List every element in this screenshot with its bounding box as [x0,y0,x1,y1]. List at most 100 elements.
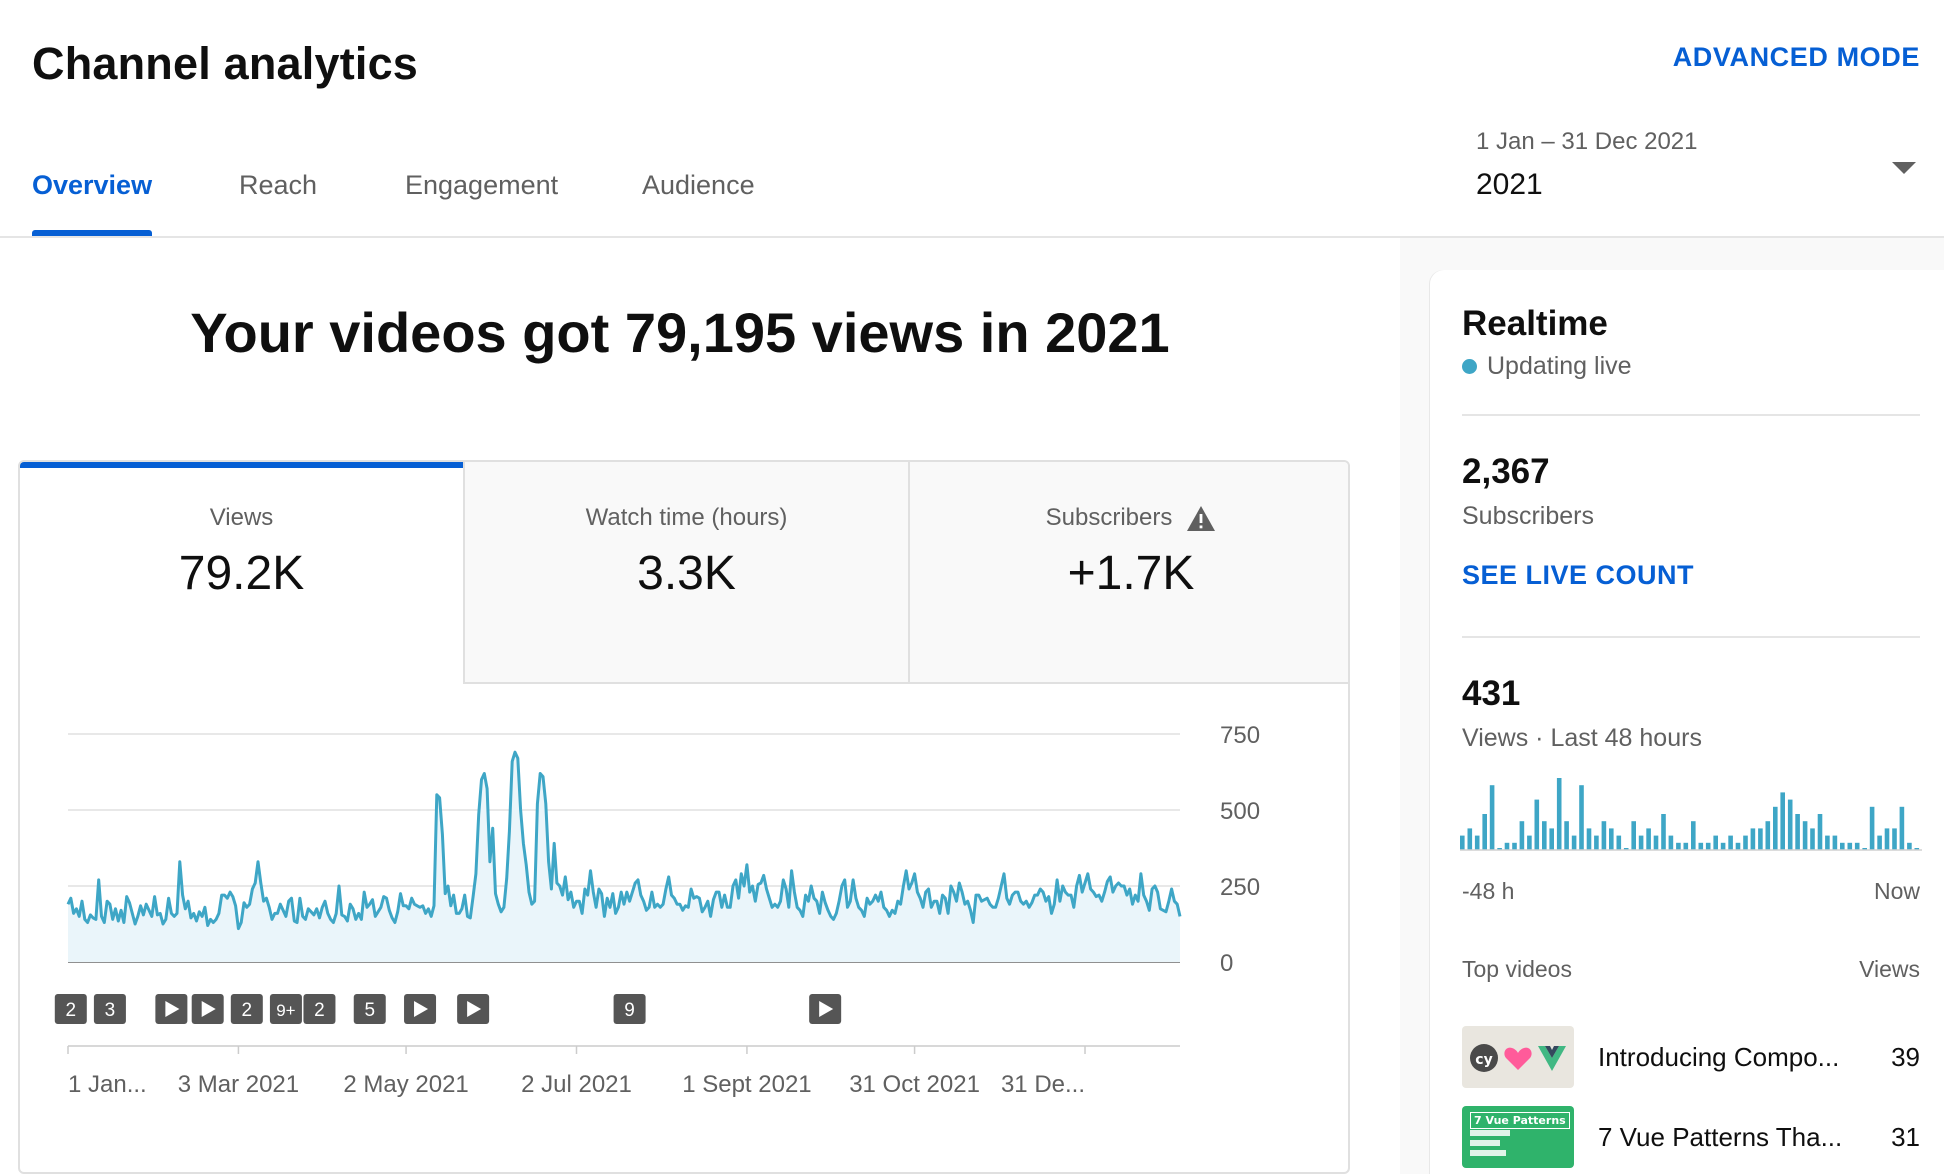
realtime-bar[interactable] [1735,842,1741,850]
realtime-bar[interactable] [1787,799,1793,850]
realtime-bar[interactable] [1460,835,1465,850]
live-status: Updating live [1462,352,1632,381]
metric-watch-time[interactable]: Watch time (hours) 3.3K [465,462,908,684]
realtime-views-chart [1460,778,1922,851]
video-published-marker[interactable] [191,994,224,1024]
realtime-bar[interactable] [1467,828,1473,850]
realtime-bar[interactable] [1474,835,1480,850]
realtime-bar[interactable] [1892,828,1897,850]
see-live-count-link[interactable]: SEE LIVE COUNT [1462,560,1694,591]
x-tick-label: 1 Sept 2021 [682,1071,811,1098]
caret-down-icon [1892,162,1916,174]
realtime-bar[interactable] [1586,828,1592,850]
realtime-bar[interactable] [1802,821,1808,850]
video-published-marker[interactable] [404,994,437,1024]
date-range-dropdown[interactable]: 1 Jan – 31 Dec 2021 2021 [1476,128,1916,202]
realtime-bar[interactable] [1810,828,1815,850]
realtime-bar[interactable] [1542,821,1547,850]
warning-icon[interactable] [1186,505,1216,532]
realtime-bar[interactable] [1504,842,1510,850]
video-published-marker[interactable] [457,994,490,1024]
realtime-bar[interactable] [1907,842,1912,850]
realtime-bar[interactable] [1780,792,1785,850]
tab-reach[interactable]: Reach [239,170,317,236]
subscriber-count-label: Subscribers [1462,502,1594,530]
headline: Your videos got 79,195 views in 2021 [190,301,1170,364]
realtime-bar[interactable] [1609,828,1614,850]
svg-text:cy: cy [1475,1052,1492,1068]
realtime-bar[interactable] [1884,828,1890,850]
realtime-bar[interactable] [1713,835,1718,850]
realtime-bar[interactable] [1489,785,1495,850]
realtime-bar[interactable] [1616,835,1622,850]
realtime-bar[interactable] [1534,799,1540,850]
publish-count-marker[interactable]: 3 [93,994,126,1024]
realtime-bar[interactable] [1847,842,1853,850]
video-published-marker[interactable] [809,994,842,1024]
date-range-subtitle: 1 Jan – 31 Dec 2021 [1476,128,1698,155]
realtime-bar[interactable] [1638,835,1644,850]
realtime-bar[interactable] [1765,821,1771,850]
realtime-bar[interactable] [1549,828,1554,850]
realtime-bar[interactable] [1512,842,1517,850]
publish-count-marker[interactable]: 9+ [269,994,302,1024]
realtime-bar[interactable] [1594,835,1599,850]
realtime-bar[interactable] [1646,828,1651,850]
realtime-bar[interactable] [1877,835,1882,850]
tab-engagement[interactable]: Engagement [405,170,558,236]
realtime-bar[interactable] [1571,835,1577,850]
views-chart: 0 250 500 750 2 3 2 9+ 2 5 9 1 Jan... 3 Mar 2021 2 Ma… [20,684,1348,1172]
realtime-bar[interactable] [1601,821,1607,850]
realtime-bar[interactable] [1653,835,1659,850]
realtime-bar[interactable] [1825,835,1830,850]
realtime-bar[interactable] [1482,814,1487,850]
realtime-bar[interactable] [1720,842,1726,850]
live-status-label: Updating live [1487,352,1632,380]
publish-count-marker[interactable]: 9 [613,994,646,1024]
realtime-bar[interactable] [1698,842,1704,850]
realtime-bar[interactable] [1728,835,1733,850]
realtime-bar[interactable] [1773,806,1778,850]
analytics-page: Channel analytics ADVANCED MODE Overview… [0,0,1944,1174]
marker-label: 9 [624,1000,635,1021]
realtime-bar[interactable] [1899,806,1905,850]
publish-count-marker[interactable]: 2 [303,994,336,1024]
realtime-bar[interactable] [1691,821,1696,850]
realtime-bar[interactable] [1869,806,1875,850]
realtime-bar[interactable] [1527,835,1532,850]
realtime-bar[interactable] [1854,842,1860,850]
realtime-bar[interactable] [1564,821,1569,850]
realtime-bar[interactable] [1676,842,1681,850]
realtime-bar[interactable] [1579,785,1584,850]
publish-count-marker[interactable]: 2 [230,994,263,1024]
realtime-bar[interactable] [1840,842,1845,850]
realtime-bar[interactable] [1683,842,1689,850]
top-video-row[interactable]: cy Introducing Compo... 39 [1462,1026,1920,1090]
realtime-bar[interactable] [1556,778,1562,850]
realtime-bar[interactable] [1661,814,1666,850]
metric-views[interactable]: Views 79.2K [20,462,463,684]
realtime-bar[interactable] [1750,828,1756,850]
tab-reach-label: Reach [239,170,318,200]
realtime-bar[interactable] [1705,842,1711,850]
thumbnail-stripe [1470,1140,1500,1146]
publish-count-marker[interactable]: 5 [353,994,386,1024]
realtime-bar[interactable] [1519,821,1525,850]
realtime-bar[interactable] [1758,828,1763,850]
realtime-bar[interactable] [1832,835,1838,850]
realtime-bar[interactable] [1795,814,1800,850]
metric-subscribers[interactable]: Subscribers +1.7K [910,462,1348,684]
top-video-row[interactable]: 7 Vue Patterns 7 Vue Patterns Tha... 31 [1462,1106,1920,1170]
views-area-fill [68,752,1180,962]
realtime-bar[interactable] [1743,835,1748,850]
metric-subscribers-label: Subscribers [1045,504,1173,531]
tab-overview[interactable]: Overview [32,170,153,236]
realtime-bar[interactable] [1817,814,1823,850]
realtime-bar[interactable] [1631,821,1636,850]
tab-audience[interactable]: Audience [642,170,755,236]
advanced-mode-button[interactable]: ADVANCED MODE [1673,42,1920,73]
realtime-bar[interactable] [1668,835,1674,850]
publish-count-marker[interactable]: 2 [54,994,87,1024]
video-published-marker[interactable] [155,994,188,1024]
y-tick-label: 750 [1220,722,1260,749]
